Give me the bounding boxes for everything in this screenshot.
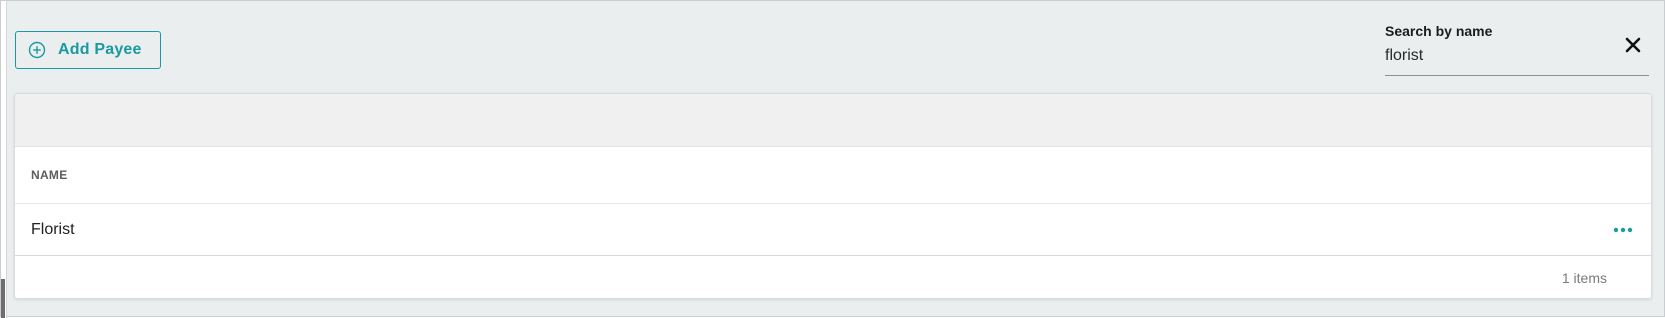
left-edge-marker (1, 279, 5, 318)
close-icon[interactable] (1623, 35, 1643, 55)
items-count: 1 items (1561, 270, 1607, 286)
table-row[interactable]: Florist (15, 204, 1651, 256)
search-field: Search by name (1385, 21, 1649, 77)
search-input[interactable] (1385, 45, 1615, 67)
search-underline (1385, 75, 1649, 76)
add-payee-label: Add Payee (58, 41, 142, 58)
more-horizontal-icon[interactable] (1611, 218, 1635, 242)
table-footer: 1 items (15, 256, 1651, 298)
payee-name-cell: Florist (31, 220, 75, 238)
column-header-name[interactable]: NAME (31, 168, 68, 182)
table-header: NAME (15, 147, 1651, 204)
payees-panel: Add Payee Search by name NAME Florist (0, 0, 1665, 318)
plus-circle-icon (28, 41, 46, 59)
table-toolbar (15, 94, 1651, 147)
add-payee-button[interactable]: Add Payee (15, 31, 161, 69)
payees-table: NAME Florist 1 items (14, 93, 1652, 299)
left-edge (1, 1, 7, 318)
search-label: Search by name (1385, 23, 1493, 39)
